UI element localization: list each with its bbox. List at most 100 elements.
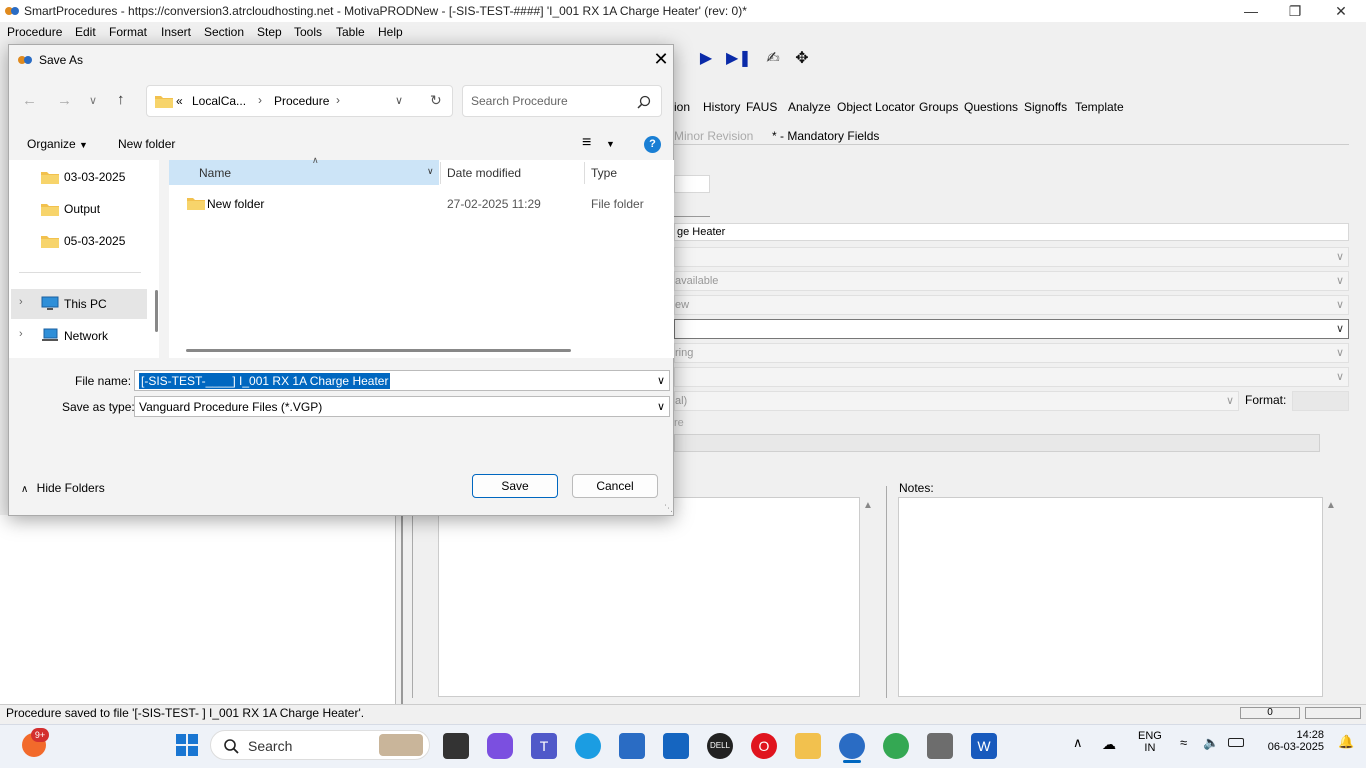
combo-general[interactable]: al) ∨ — [674, 391, 1239, 411]
skip-end-icon[interactable]: ▶❚ — [726, 48, 752, 70]
tab-history[interactable]: History — [703, 100, 740, 114]
notification-bell-icon[interactable]: 🔔 — [1338, 734, 1354, 750]
menu-tools[interactable]: Tools — [294, 25, 322, 39]
new-folder-button[interactable]: New folder — [118, 137, 175, 151]
power-automate-icon[interactable] — [663, 733, 689, 759]
tab-groups[interactable]: Groups — [919, 100, 958, 114]
edge-icon[interactable] — [575, 733, 601, 759]
nav-scrollbar[interactable] — [155, 290, 158, 332]
store-icon[interactable] — [619, 733, 645, 759]
onedrive-icon[interactable]: ☁ — [1102, 736, 1116, 753]
chrome-icon[interactable] — [883, 733, 909, 759]
chevron-down-icon[interactable]: ▼ — [606, 139, 615, 149]
remote-desktop-icon[interactable] — [927, 733, 953, 759]
chevron-up-icon[interactable]: ∧ — [1073, 735, 1083, 751]
language-indicator[interactable]: ENG IN — [1138, 730, 1162, 754]
number-field[interactable] — [674, 175, 710, 193]
file-row[interactable]: New folder 27-02-2025 11:29 File folder — [169, 194, 674, 214]
menu-insert[interactable]: Insert — [161, 25, 191, 39]
tab-object-locator[interactable]: Object Locator — [837, 100, 915, 114]
scroll-up-icon[interactable]: ▲ — [1326, 500, 1336, 511]
tab-signoffs[interactable]: Signoffs — [1024, 100, 1067, 114]
menu-table[interactable]: Table — [336, 25, 365, 39]
description-textarea[interactable] — [438, 497, 860, 697]
combo-engineering[interactable]: ring ∨ — [674, 343, 1349, 363]
play-icon[interactable]: ▶ — [695, 48, 717, 70]
wifi-icon[interactable]: ≈ — [1180, 735, 1187, 750]
view-options-icon[interactable]: ≡ — [582, 134, 591, 152]
combo-availability[interactable]: available ∨ — [674, 271, 1349, 291]
hide-folders-button[interactable]: ∧ Hide Folders — [21, 481, 105, 495]
menu-help[interactable]: Help — [378, 25, 403, 39]
tab-questions[interactable]: Questions — [964, 100, 1018, 114]
column-filter-icon[interactable]: ∨ — [427, 166, 434, 177]
tab-analyze[interactable]: Analyze — [788, 100, 831, 114]
recent-locations-icon[interactable]: ∨ — [89, 94, 97, 107]
nav-item-03-03-2025[interactable]: 03-03-2025 — [41, 169, 151, 187]
scroll-up-icon[interactable]: ▲ — [863, 500, 873, 511]
help-icon[interactable]: ? — [644, 136, 661, 153]
menu-format[interactable]: Format — [109, 25, 147, 39]
nav-item-network[interactable]: › Network — [11, 322, 147, 350]
breadcrumb-procedure[interactable]: Procedure — [274, 94, 329, 108]
combo-active[interactable]: ∨ — [674, 319, 1349, 339]
opera-icon[interactable]: O — [751, 733, 777, 759]
minimize-button[interactable]: — — [1236, 2, 1266, 20]
format-field[interactable] — [1292, 391, 1349, 411]
task-view-icon[interactable] — [443, 733, 469, 759]
nav-item-this-pc[interactable]: › This PC — [11, 289, 147, 319]
save-type-select[interactable]: Vanguard Procedure Files (*.VGP) ∨ — [134, 396, 670, 417]
splitter[interactable] — [401, 515, 403, 705]
refresh-icon[interactable]: ↻ — [430, 92, 442, 109]
column-header-type[interactable]: Type — [591, 166, 617, 180]
battery-icon[interactable] — [1228, 738, 1244, 747]
outline-pane[interactable] — [0, 515, 396, 705]
taskbar-search[interactable]: Search — [210, 730, 430, 760]
menu-edit[interactable]: Edit — [75, 25, 96, 39]
signature-icon[interactable]: ✍ — [762, 48, 784, 70]
forward-arrow-icon[interactable]: → — [57, 92, 72, 109]
teams-icon[interactable]: T — [531, 733, 557, 759]
move-icon[interactable]: ✥ — [791, 48, 813, 70]
expand-chevron-icon[interactable]: › — [19, 296, 23, 308]
breadcrumb-localcache[interactable]: LocalCa... — [192, 94, 246, 108]
word-icon[interactable]: W — [971, 733, 997, 759]
tab-faus[interactable]: FAUS — [746, 100, 777, 114]
file-explorer-icon[interactable] — [795, 733, 821, 759]
nav-item-output[interactable]: Output — [41, 201, 151, 219]
cancel-button[interactable]: Cancel — [572, 474, 658, 498]
search-input[interactable]: Search Procedure — [462, 85, 662, 117]
title-field[interactable]: ge Heater — [674, 223, 1349, 241]
notes-scrollbar[interactable] — [1325, 497, 1339, 697]
back-arrow-icon[interactable]: ← — [22, 92, 37, 109]
organize-button[interactable]: Organize ▼ — [27, 137, 88, 151]
description-scrollbar[interactable] — [862, 497, 876, 697]
menu-step[interactable]: Step — [257, 25, 282, 39]
expand-chevron-icon[interactable]: › — [19, 328, 23, 340]
copilot-icon[interactable] — [487, 733, 513, 759]
combo-blank-2[interactable]: ∨ — [674, 367, 1349, 387]
column-header-name[interactable]: Name — [199, 166, 231, 180]
tab-template[interactable]: Template — [1075, 100, 1124, 114]
combo-blank-1[interactable]: ∨ — [674, 247, 1349, 267]
nav-item-05-03-2025[interactable]: 05-03-2025 — [41, 233, 151, 251]
dell-icon[interactable]: DELL — [707, 733, 733, 759]
signature-field[interactable] — [674, 434, 1320, 452]
menu-procedure[interactable]: Procedure — [7, 25, 62, 39]
smartprocedures-taskbar-icon[interactable] — [839, 733, 865, 759]
volume-icon[interactable]: 🔈 — [1203, 735, 1219, 751]
windows-start-icon[interactable] — [175, 733, 199, 757]
resize-grip-icon[interactable]: ⋱ — [664, 503, 673, 514]
save-button[interactable]: Save — [472, 474, 558, 498]
breadcrumb-overflow[interactable]: « — [176, 94, 183, 108]
search-icon[interactable] — [637, 95, 651, 109]
clock[interactable]: 14:28 06-03-2025 — [1258, 729, 1324, 753]
notes-textarea[interactable] — [898, 497, 1323, 697]
combo-review[interactable]: ew ∨ — [674, 295, 1349, 315]
chevron-down-icon[interactable]: ∨ — [657, 374, 665, 387]
close-window-button[interactable]: ✕ — [1326, 2, 1356, 20]
file-name-input[interactable]: [-SIS-TEST-____] I_001 RX 1A Charge Heat… — [134, 370, 670, 391]
up-arrow-icon[interactable]: ↑ — [117, 91, 125, 108]
dialog-close-button[interactable]: ✕ — [651, 49, 671, 70]
horizontal-scrollbar[interactable] — [186, 349, 571, 352]
